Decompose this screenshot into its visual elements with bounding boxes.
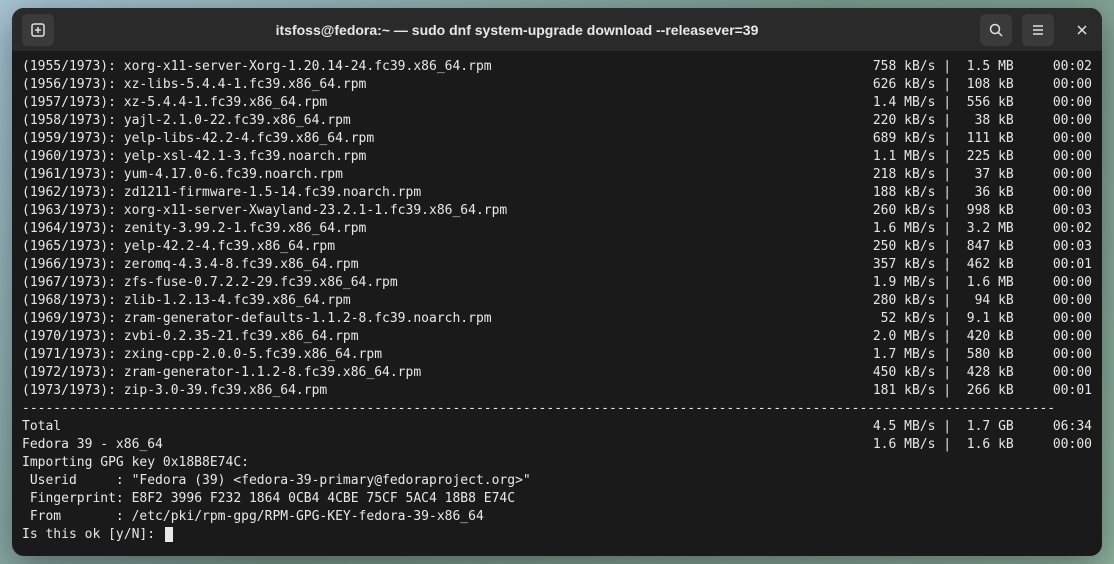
download-line: (1960/1973): yelp-xsl-42.1-3.fc39.noarch… <box>22 148 1092 166</box>
gpg-importing: Importing GPG key 0x18B8E74C: <box>22 454 1092 472</box>
package-name: (1957/1973): xz-5.4.4-1.fc39.x86_64.rpm <box>22 94 865 112</box>
download-line: (1955/1973): xorg-x11-server-Xorg-1.20.1… <box>22 58 1092 76</box>
download-line: (1971/1973): zxing-cpp-2.0.0-5.fc39.x86_… <box>22 346 1092 364</box>
package-stats: 2.0 MB/s | 420 kB 00:00 <box>865 328 1092 346</box>
package-name: (1959/1973): yelp-libs-42.2-4.fc39.x86_6… <box>22 130 865 148</box>
titlebar-left <box>20 14 56 46</box>
gpg-fingerprint: Fingerprint: E8F2 3996 F232 1864 0CB4 4C… <box>22 490 1092 508</box>
menu-button[interactable] <box>1022 14 1054 46</box>
titlebar-right <box>978 14 1094 46</box>
gpg-userid-label: Userid : <box>22 473 132 488</box>
download-line: (1957/1973): xz-5.4.4-1.fc39.x86_64.rpm … <box>22 94 1092 112</box>
package-name: (1972/1973): zram-generator-1.1.2-8.fc39… <box>22 364 865 382</box>
download-line: (1972/1973): zram-generator-1.1.2-8.fc39… <box>22 364 1092 382</box>
download-line: (1962/1973): zd1211-firmware-1.5-14.fc39… <box>22 184 1092 202</box>
gpg-userid-value: "Fedora (39) <fedora-39-primary@fedorapr… <box>132 473 531 488</box>
package-stats: 1.4 MB/s | 556 kB 00:00 <box>865 94 1092 112</box>
package-name: (1958/1973): yajl-2.1.0-22.fc39.x86_64.r… <box>22 112 865 130</box>
download-line: (1973/1973): zip-3.0-39.fc39.x86_64.rpm … <box>22 382 1092 400</box>
gpg-userid: Userid : "Fedora (39) <fedora-39-primary… <box>22 472 1092 490</box>
package-name: (1965/1973): yelp-42.2-4.fc39.x86_64.rpm <box>22 238 865 256</box>
package-stats: 357 kB/s | 462 kB 00:01 <box>865 256 1092 274</box>
download-line: (1968/1973): zlib-1.2.13-4.fc39.x86_64.r… <box>22 292 1092 310</box>
package-stats: 758 kB/s | 1.5 MB 00:02 <box>865 58 1092 76</box>
package-name: (1964/1973): zenity-3.99.2-1.fc39.x86_64… <box>22 220 865 238</box>
package-name: (1970/1973): zvbi-0.2.35-21.fc39.x86_64.… <box>22 328 865 346</box>
gpg-from-value: /etc/pki/rpm-gpg/RPM-GPG-KEY-fedora-39-x… <box>132 509 484 524</box>
package-stats: 280 kB/s | 94 kB 00:00 <box>865 292 1092 310</box>
window-title: itsfoss@fedora:~ — sudo dnf system-upgra… <box>56 22 978 38</box>
download-line: (1970/1973): zvbi-0.2.35-21.fc39.x86_64.… <box>22 328 1092 346</box>
new-tab-icon <box>30 22 46 38</box>
package-name: (1962/1973): zd1211-firmware-1.5-14.fc39… <box>22 184 865 202</box>
summary-stats: 1.6 MB/s | 1.6 kB 00:00 <box>865 436 1092 454</box>
package-stats: 1.1 MB/s | 225 kB 00:00 <box>865 148 1092 166</box>
search-button[interactable] <box>980 14 1012 46</box>
terminal-output[interactable]: (1955/1973): xorg-x11-server-Xorg-1.20.1… <box>12 52 1102 556</box>
package-stats: 450 kB/s | 428 kB 00:00 <box>865 364 1092 382</box>
search-icon <box>988 22 1004 38</box>
package-name: (1967/1973): zfs-fuse-0.7.2.2-29.fc39.x8… <box>22 274 865 292</box>
package-stats: 1.9 MB/s | 1.6 MB 00:00 <box>865 274 1092 292</box>
gpg-fingerprint-value: E8F2 3996 F232 1864 0CB4 4CBE 75CF 5AC4 … <box>132 491 516 506</box>
confirm-prompt[interactable]: Is this ok [y/N]: <box>22 526 1092 544</box>
gpg-from: From : /etc/pki/rpm-gpg/RPM-GPG-KEY-fedo… <box>22 508 1092 526</box>
package-stats: 1.7 MB/s | 580 kB 00:00 <box>865 346 1092 364</box>
package-stats: 218 kB/s | 37 kB 00:00 <box>865 166 1092 184</box>
package-name: (1969/1973): zram-generator-defaults-1.1… <box>22 310 865 328</box>
close-icon <box>1075 23 1089 37</box>
summary-line: Fedora 39 - x86_64 1.6 MB/s | 1.6 kB 00:… <box>22 436 1092 454</box>
divider-line: ----------------------------------------… <box>22 400 1092 418</box>
download-line: (1963/1973): xorg-x11-server-Xwayland-23… <box>22 202 1092 220</box>
hamburger-icon <box>1030 22 1046 38</box>
download-line: (1956/1973): xz-libs-5.4.4-1.fc39.x86_64… <box>22 76 1092 94</box>
package-stats: 250 kB/s | 847 kB 00:03 <box>865 238 1092 256</box>
download-line: (1959/1973): yelp-libs-42.2-4.fc39.x86_6… <box>22 130 1092 148</box>
package-stats: 220 kB/s | 38 kB 00:00 <box>865 112 1092 130</box>
summary-label: Fedora 39 - x86_64 <box>22 436 865 454</box>
cursor <box>165 527 173 542</box>
package-name: (1968/1973): zlib-1.2.13-4.fc39.x86_64.r… <box>22 292 865 310</box>
gpg-from-label: From : <box>22 509 132 524</box>
terminal-window: itsfoss@fedora:~ — sudo dnf system-upgra… <box>12 8 1102 556</box>
package-stats: 689 kB/s | 111 kB 00:00 <box>865 130 1092 148</box>
package-name: (1960/1973): yelp-xsl-42.1-3.fc39.noarch… <box>22 148 865 166</box>
download-line: (1966/1973): zeromq-4.3.4-8.fc39.x86_64.… <box>22 256 1092 274</box>
close-button[interactable] <box>1070 18 1094 42</box>
titlebar: itsfoss@fedora:~ — sudo dnf system-upgra… <box>12 8 1102 52</box>
download-line: (1967/1973): zfs-fuse-0.7.2.2-29.fc39.x8… <box>22 274 1092 292</box>
new-tab-button[interactable] <box>22 14 54 46</box>
package-stats: 260 kB/s | 998 kB 00:03 <box>865 202 1092 220</box>
package-name: (1955/1973): xorg-x11-server-Xorg-1.20.1… <box>22 58 865 76</box>
package-name: (1973/1973): zip-3.0-39.fc39.x86_64.rpm <box>22 382 865 400</box>
package-name: (1966/1973): zeromq-4.3.4-8.fc39.x86_64.… <box>22 256 865 274</box>
gpg-fingerprint-label: Fingerprint: <box>22 491 132 506</box>
download-line: (1964/1973): zenity-3.99.2-1.fc39.x86_64… <box>22 220 1092 238</box>
summary-label: Total <box>22 418 865 436</box>
summary-line: Total 4.5 MB/s | 1.7 GB 06:34 <box>22 418 1092 436</box>
package-name: (1963/1973): xorg-x11-server-Xwayland-23… <box>22 202 865 220</box>
package-name: (1961/1973): yum-4.17.0-6.fc39.noarch.rp… <box>22 166 865 184</box>
package-name: (1956/1973): xz-libs-5.4.4-1.fc39.x86_64… <box>22 76 865 94</box>
package-stats: 52 kB/s | 9.1 kB 00:00 <box>865 310 1092 328</box>
package-name: (1971/1973): zxing-cpp-2.0.0-5.fc39.x86_… <box>22 346 865 364</box>
package-stats: 626 kB/s | 108 kB 00:00 <box>865 76 1092 94</box>
download-line: (1969/1973): zram-generator-defaults-1.1… <box>22 310 1092 328</box>
package-stats: 181 kB/s | 266 kB 00:01 <box>865 382 1092 400</box>
prompt-text: Is this ok [y/N]: <box>22 527 163 542</box>
download-line: (1961/1973): yum-4.17.0-6.fc39.noarch.rp… <box>22 166 1092 184</box>
package-stats: 188 kB/s | 36 kB 00:00 <box>865 184 1092 202</box>
download-line: (1958/1973): yajl-2.1.0-22.fc39.x86_64.r… <box>22 112 1092 130</box>
package-stats: 1.6 MB/s | 3.2 MB 00:02 <box>865 220 1092 238</box>
download-line: (1965/1973): yelp-42.2-4.fc39.x86_64.rpm… <box>22 238 1092 256</box>
summary-stats: 4.5 MB/s | 1.7 GB 06:34 <box>865 418 1092 436</box>
